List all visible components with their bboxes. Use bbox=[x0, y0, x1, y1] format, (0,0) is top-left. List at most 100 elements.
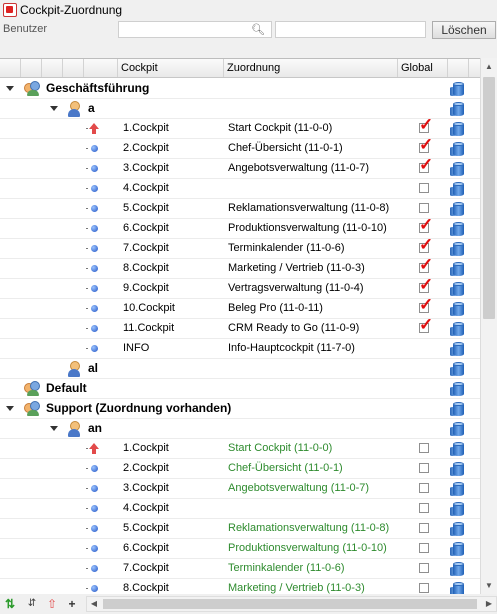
cockpit-row[interactable]: 5.Cockpit Reklamationsverwaltung (11-0-8) bbox=[0, 519, 480, 539]
cockpit-row[interactable]: 10.Cockpit Beleg Pro (11-0-11) bbox=[0, 296, 480, 319]
cockpit-row[interactable]: 6.Cockpit Produktionsverwaltung (11-0-10) bbox=[0, 216, 480, 239]
cockpit-database-icon[interactable] bbox=[450, 401, 466, 417]
header-col-zuordnung[interactable]: Zuordnung bbox=[224, 59, 398, 77]
cockpit-database-icon[interactable] bbox=[450, 161, 466, 177]
assignment-name[interactable]: Produktionsverwaltung (11-0-10) bbox=[228, 219, 387, 238]
global-checkbox[interactable] bbox=[419, 116, 433, 133]
cockpit-database-icon[interactable] bbox=[450, 101, 466, 117]
assignment-name[interactable]: Start Cockpit (11-0-0) bbox=[228, 439, 332, 458]
cockpit-row[interactable]: 1.Cockpit Start Cockpit (11-0-0) bbox=[0, 116, 480, 139]
header-col-marker[interactable] bbox=[84, 59, 118, 77]
group-row[interactable]: Geschäftsführung bbox=[0, 79, 480, 99]
cockpit-row[interactable]: 11.Cockpit CRM Ready to Go (11-0-9) bbox=[0, 316, 480, 339]
cockpit-database-icon[interactable] bbox=[450, 301, 466, 317]
assignment-name[interactable]: Chef-Übersicht (11-0-1) bbox=[228, 139, 343, 158]
global-checkbox[interactable] bbox=[419, 563, 429, 573]
cockpit-row[interactable]: 1.Cockpit Start Cockpit (11-0-0) bbox=[0, 439, 480, 459]
cockpit-row[interactable]: 7.Cockpit Terminkalender (11-0-6) bbox=[0, 559, 480, 579]
assignment-name[interactable]: Terminkalender (11-0-6) bbox=[228, 239, 345, 258]
scroll-left-arrow-icon[interactable]: ◀ bbox=[87, 597, 101, 611]
cockpit-database-icon[interactable] bbox=[450, 361, 466, 377]
header-col-global[interactable]: Global bbox=[398, 59, 448, 77]
assignment-name[interactable]: Reklamationsverwaltung (11-0-8) bbox=[228, 519, 389, 538]
cockpit-database-icon[interactable] bbox=[450, 441, 466, 457]
cockpit-row[interactable]: 3.Cockpit Angebotsverwaltung (11-0-7) bbox=[0, 156, 480, 179]
cockpit-row[interactable]: INFO Info-Hauptcockpit (11-7-0) bbox=[0, 339, 480, 359]
magnifier-icon[interactable]: 🔍︎ bbox=[251, 23, 265, 36]
global-checkbox[interactable] bbox=[419, 463, 429, 473]
global-checkbox[interactable] bbox=[419, 203, 429, 213]
cockpit-database-icon[interactable] bbox=[450, 521, 466, 537]
global-checkbox[interactable] bbox=[419, 156, 433, 173]
assignment-name[interactable]: Terminkalender (11-0-6) bbox=[228, 559, 345, 578]
cockpit-database-icon[interactable] bbox=[450, 341, 466, 357]
cockpit-row[interactable]: 8.Cockpit Marketing / Vertrieb (11-0-3) bbox=[0, 256, 480, 279]
global-checkbox[interactable] bbox=[419, 483, 429, 493]
global-checkbox[interactable] bbox=[419, 543, 429, 553]
assignment-name[interactable]: Angebotsverwaltung (11-0-7) bbox=[228, 479, 369, 498]
cockpit-database-icon[interactable] bbox=[450, 261, 466, 277]
horizontal-scroll-thumb[interactable] bbox=[103, 599, 477, 609]
header-col-action[interactable] bbox=[448, 59, 469, 77]
up-arrow-icon[interactable]: ⇧ bbox=[44, 596, 60, 612]
header-col-level2[interactable] bbox=[42, 59, 63, 77]
refresh-users-icon[interactable]: ⇅ bbox=[2, 596, 18, 612]
global-checkbox[interactable] bbox=[419, 183, 429, 193]
user-search-input[interactable]: 🔍︎ bbox=[118, 21, 272, 38]
cockpit-row[interactable]: 5.Cockpit Reklamationsverwaltung (11-0-8) bbox=[0, 199, 480, 219]
secondary-filter-field[interactable] bbox=[275, 21, 426, 38]
collapse-arrow-icon[interactable] bbox=[6, 86, 14, 91]
expand-arrow-icon[interactable] bbox=[49, 363, 55, 373]
user-row[interactable]: an bbox=[0, 419, 480, 439]
cockpit-row[interactable]: 6.Cockpit Produktionsverwaltung (11-0-10) bbox=[0, 539, 480, 559]
collapse-arrow-icon[interactable] bbox=[6, 406, 14, 411]
global-checkbox[interactable] bbox=[419, 236, 433, 253]
assignment-name[interactable]: Vertragsverwaltung (11-0-4) bbox=[228, 279, 364, 298]
scroll-right-arrow-icon[interactable]: ▶ bbox=[482, 597, 496, 611]
cockpit-row[interactable]: 9.Cockpit Vertragsverwaltung (11-0-4) bbox=[0, 276, 480, 299]
group-row[interactable]: Support (Zuordnung vorhanden) bbox=[0, 399, 480, 419]
cockpit-row[interactable]: 4.Cockpit bbox=[0, 179, 480, 199]
cockpit-database-icon[interactable] bbox=[450, 181, 466, 197]
user-row[interactable]: a bbox=[0, 99, 480, 119]
plus-icon[interactable]: + bbox=[64, 596, 80, 612]
user-row[interactable]: al bbox=[0, 359, 480, 379]
cockpit-row[interactable]: 3.Cockpit Angebotsverwaltung (11-0-7) bbox=[0, 479, 480, 499]
cockpit-database-icon[interactable] bbox=[450, 221, 466, 237]
header-col-level3[interactable] bbox=[63, 59, 84, 77]
global-checkbox[interactable] bbox=[419, 503, 429, 513]
global-checkbox[interactable] bbox=[419, 256, 433, 273]
collapse-arrow-icon[interactable] bbox=[50, 426, 58, 431]
cockpit-row[interactable]: 7.Cockpit Terminkalender (11-0-6) bbox=[0, 236, 480, 259]
scroll-up-arrow-icon[interactable]: ▲ bbox=[481, 58, 497, 75]
cockpit-database-icon[interactable] bbox=[450, 501, 466, 517]
assignment-name[interactable]: Marketing / Vertrieb (11-0-3) bbox=[228, 579, 365, 595]
vertical-scroll-thumb[interactable] bbox=[483, 77, 495, 319]
cockpit-database-icon[interactable] bbox=[450, 241, 466, 257]
global-checkbox[interactable] bbox=[419, 523, 429, 533]
assignment-name[interactable]: CRM Ready to Go (11-0-9) bbox=[228, 319, 359, 338]
header-col-level1[interactable] bbox=[21, 59, 42, 77]
cockpit-database-icon[interactable] bbox=[450, 581, 466, 595]
assignment-name[interactable]: Beleg Pro (11-0-11) bbox=[228, 299, 323, 318]
assignment-name[interactable]: Angebotsverwaltung (11-0-7) bbox=[228, 159, 369, 178]
cockpit-database-icon[interactable] bbox=[450, 201, 466, 217]
clear-button[interactable]: Löschen bbox=[432, 21, 496, 39]
global-checkbox[interactable] bbox=[419, 583, 429, 593]
scroll-down-arrow-icon[interactable]: ▼ bbox=[481, 577, 497, 594]
cockpit-database-icon[interactable] bbox=[450, 561, 466, 577]
assignment-name[interactable]: Reklamationsverwaltung (11-0-8) bbox=[228, 199, 389, 218]
vertical-scrollbar[interactable]: ▲ ▼ bbox=[480, 58, 497, 594]
header-col-cockpit[interactable]: Cockpit bbox=[118, 59, 224, 77]
cockpit-database-icon[interactable] bbox=[450, 381, 466, 397]
global-checkbox[interactable] bbox=[419, 216, 433, 233]
assignment-name[interactable]: Chef-Übersicht (11-0-1) bbox=[228, 459, 343, 478]
horizontal-scrollbar[interactable]: ◀ ▶ bbox=[86, 596, 497, 612]
cockpit-database-icon[interactable] bbox=[450, 81, 466, 97]
group-row[interactable]: Default bbox=[0, 379, 480, 399]
assignment-name[interactable]: Start Cockpit (11-0-0) bbox=[228, 119, 332, 138]
expand-arrow-icon[interactable] bbox=[5, 383, 11, 393]
cockpit-row[interactable]: 2.Cockpit Chef-Übersicht (11-0-1) bbox=[0, 459, 480, 479]
cockpit-database-icon[interactable] bbox=[450, 321, 466, 337]
cockpit-database-icon[interactable] bbox=[450, 281, 466, 297]
